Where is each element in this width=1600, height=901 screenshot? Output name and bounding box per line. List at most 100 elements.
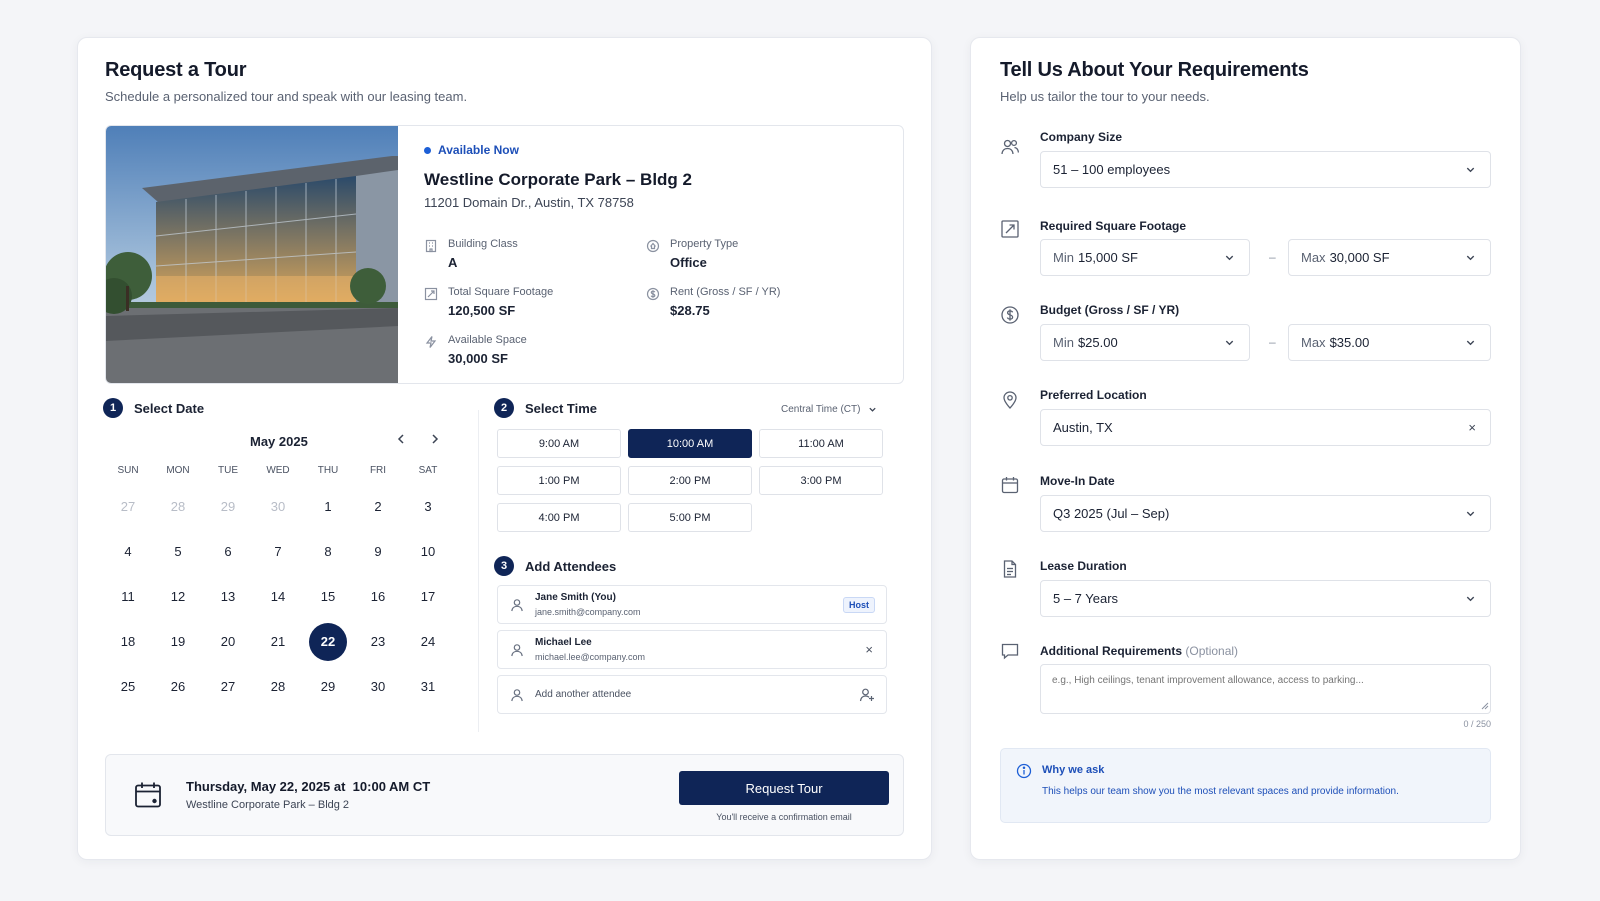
calendar-day[interactable]: 19 [153, 619, 203, 664]
add-person-icon[interactable] [859, 687, 875, 703]
add-attendee-field[interactable]: Add another attendee [497, 675, 887, 714]
calendar-day[interactable]: 6 [203, 529, 253, 574]
spec-building-class: Building Class A [424, 238, 518, 270]
move-in-value: Q3 2025 (Jul – Sep) [1053, 506, 1170, 521]
min-prefix: Min [1053, 335, 1074, 350]
calendar-day[interactable]: 29 [303, 664, 353, 709]
calendar-day[interactable]: 7 [253, 529, 303, 574]
attendee-name: Michael Lee [535, 637, 592, 648]
calendar-day[interactable]: 8 [303, 529, 353, 574]
calendar-day[interactable]: 31 [403, 664, 453, 709]
location-pin-icon [1003, 391, 1017, 409]
calendar-day[interactable]: 28 [153, 484, 203, 529]
weekday-label: SAT [418, 465, 438, 476]
time-slot[interactable]: 1:00 PM [497, 466, 621, 495]
max-square-footage-select[interactable]: Max 30,000 SF [1288, 239, 1491, 276]
square-footage-label: Required Square Footage [1040, 219, 1187, 233]
min-budget-select[interactable]: Min $25.00 [1040, 324, 1250, 361]
chevron-down-icon [1466, 511, 1475, 517]
day-number: 17 [420, 589, 436, 604]
calendar-day[interactable]: 18 [103, 619, 153, 664]
resize-handle-icon[interactable] [1481, 702, 1489, 710]
calendar-day[interactable]: 12 [153, 574, 203, 619]
calendar-day[interactable]: 25 [103, 664, 153, 709]
calendar-day[interactable]: 3 [403, 484, 453, 529]
calendar-day[interactable]: 30 [253, 484, 303, 529]
step-label: Select Time [525, 400, 598, 416]
time-slot[interactable]: 5:00 PM [628, 503, 752, 532]
calendar-day[interactable]: 23 [353, 619, 403, 664]
calendar-day[interactable]: 28 [253, 664, 303, 709]
dollar-icon [646, 287, 660, 301]
chevron-left-icon[interactable] [396, 433, 406, 445]
time-slot[interactable]: 11:00 AM [759, 429, 883, 458]
time-slot[interactable]: 9:00 AM [497, 429, 621, 458]
calendar-day[interactable]: 30 [353, 664, 403, 709]
calendar-day[interactable]: 2 [353, 484, 403, 529]
max-prefix: Max [1301, 250, 1326, 265]
spec-value: $28.75 [670, 303, 710, 318]
calendar-day-selected[interactable]: 22 [303, 619, 353, 664]
attendee-email: michael.lee@company.com [535, 652, 646, 662]
requirements-title: Tell Us About Your Requirements [1000, 59, 1309, 81]
calendar-day[interactable]: 13 [203, 574, 253, 619]
location-input[interactable]: Austin, TX × [1040, 409, 1491, 446]
attendee-row: Michael Lee michael.lee@company.com × [497, 630, 887, 669]
time-slot[interactable]: 4:00 PM [497, 503, 621, 532]
calendar-day[interactable]: 26 [153, 664, 203, 709]
day-number: 9 [374, 544, 382, 559]
budget-label: Budget (Gross / SF / YR) [1040, 303, 1180, 317]
day-number: 19 [170, 634, 186, 649]
request-tour-button[interactable]: Request Tour [679, 771, 889, 805]
calendar-day[interactable]: 17 [403, 574, 453, 619]
range-separator: – [1269, 335, 1276, 349]
day-number: 29 [220, 499, 236, 514]
person-icon [511, 644, 523, 657]
calendar-day[interactable]: 5 [153, 529, 203, 574]
calendar-day[interactable]: 11 [103, 574, 153, 619]
day-number: 1 [324, 499, 332, 514]
calendar-day[interactable]: 14 [253, 574, 303, 619]
calendar-month: May 2025 [250, 434, 308, 449]
time-slot[interactable]: 2:00 PM [628, 466, 752, 495]
status-dot [424, 146, 431, 154]
calendar-day[interactable]: 27 [103, 484, 153, 529]
attendee-name: Jane Smith (You) [535, 592, 616, 603]
time-slot[interactable]: 3:00 PM [759, 466, 883, 495]
spec-total-square-footage: Total Square Footage 120,500 SF [424, 286, 553, 318]
property-name: Westline Corporate Park – Bldg 2 [424, 170, 692, 189]
chevron-down-icon [869, 407, 877, 412]
day-number: 16 [370, 589, 386, 604]
calendar-day[interactable]: 20 [203, 619, 253, 664]
calendar-day[interactable]: 21 [253, 619, 303, 664]
min-square-footage-select[interactable]: Min 15,000 SF [1040, 239, 1250, 276]
weekday-label: FRI [369, 465, 387, 476]
calendar-day[interactable]: 24 [403, 619, 453, 664]
chevron-right-icon[interactable] [430, 433, 440, 445]
additional-requirements-textarea[interactable] [1040, 664, 1491, 714]
tour-subtitle: Schedule a personalized tour and speak w… [105, 89, 468, 104]
chevron-down-icon [1225, 340, 1234, 346]
lease-duration-select[interactable]: 5 – 7 Years [1040, 580, 1491, 617]
calendar-day[interactable]: 27 [203, 664, 253, 709]
calendar-day[interactable]: 1 [303, 484, 353, 529]
remove-attendee-icon[interactable]: × [865, 642, 873, 657]
timezone-select[interactable]: Central Time (CT) [781, 404, 877, 415]
move-in-select[interactable]: Q3 2025 (Jul – Sep) [1040, 495, 1491, 532]
max-budget-select[interactable]: Max $35.00 [1288, 324, 1491, 361]
company-size-select[interactable]: 51 – 100 employees [1040, 151, 1491, 188]
calendar-day[interactable]: 10 [403, 529, 453, 574]
calendar-day[interactable]: 16 [353, 574, 403, 619]
clear-location-icon[interactable]: × [1468, 420, 1476, 435]
chevron-down-icon [1466, 596, 1475, 602]
lightning-icon [425, 336, 437, 348]
calendar-day[interactable]: 29 [203, 484, 253, 529]
calendar-day[interactable]: 9 [353, 529, 403, 574]
spec-available-space: Available Space 30,000 SF [424, 334, 527, 366]
weekday-label: WED [266, 465, 290, 476]
weekday-label: SUN [117, 465, 139, 476]
day-number: 30 [270, 499, 286, 514]
time-slot-selected[interactable]: 10:00 AM [628, 429, 752, 458]
calendar-day[interactable]: 15 [303, 574, 353, 619]
calendar-day[interactable]: 4 [103, 529, 153, 574]
